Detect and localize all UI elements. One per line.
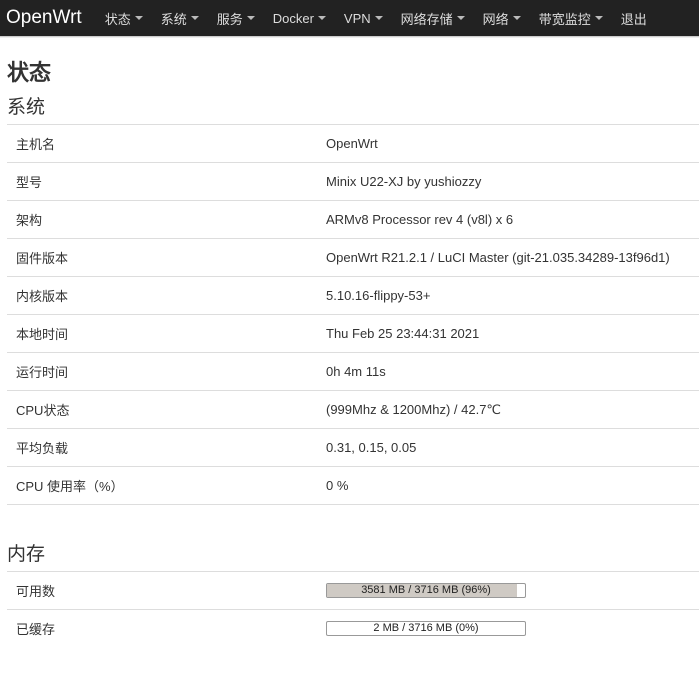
row-label: 型号 xyxy=(7,162,326,201)
table-row: 主机名 OpenWrt xyxy=(7,124,699,163)
menu-bandwidth[interactable]: 带宽监控 xyxy=(530,0,612,36)
row-value: ARMv8 Processor rev 4 (v8l) x 6 xyxy=(326,200,699,239)
caret-down-icon xyxy=(190,16,199,20)
caret-down-icon xyxy=(134,16,143,20)
main-content: 状态 系统 主机名 OpenWrt 型号 Minix U22-XJ by yushi… xyxy=(0,58,699,647)
row-value: 0 % xyxy=(326,466,699,504)
row-value: 5.10.16-flippy-53+ xyxy=(326,276,699,315)
row-value: 0h 4m 11s xyxy=(326,352,699,391)
caret-down-icon xyxy=(317,16,326,20)
table-row: 运行时间 0h 4m 11s xyxy=(7,352,699,391)
table-row: 架构 ARMv8 Processor rev 4 (v8l) x 6 xyxy=(7,200,699,239)
table-row: 内核版本 5.10.16-flippy-53+ xyxy=(7,276,699,315)
row-value: Minix U22-XJ by yushiozzy xyxy=(326,162,699,201)
row-value: 3581 MB / 3716 MB (96%) xyxy=(326,571,699,610)
table-row: 本地时间 Thu Feb 25 23:44:31 2021 xyxy=(7,314,699,353)
menu-network[interactable]: 网络 xyxy=(474,0,530,36)
row-value: (999Mhz & 1200Mhz) / 42.7℃ xyxy=(326,390,699,429)
menu-logout-label: 退出 xyxy=(620,11,647,27)
menu-network-label: 网络 xyxy=(482,11,509,27)
progress-text: 2 MB / 3716 MB (0%) xyxy=(373,622,479,634)
memory-info-table: 可用数 3581 MB / 3716 MB (96%) 已缓存 2 MB / 3… xyxy=(7,571,699,647)
table-row: CPU 使用率（%） 0 % xyxy=(7,466,699,504)
menu-docker-label: Docker xyxy=(272,10,314,26)
row-label: 主机名 xyxy=(7,124,326,163)
system-section-title: 系统 xyxy=(7,97,46,118)
row-value: 2 MB / 3716 MB (0%) xyxy=(326,609,699,647)
caret-down-icon xyxy=(512,16,521,20)
table-row: 已缓存 2 MB / 3716 MB (0%) xyxy=(7,609,699,647)
menu-bandwidth-label: 带宽监控 xyxy=(538,11,591,27)
row-value: 0.31, 0.15, 0.05 xyxy=(326,428,699,467)
menu-vpn-label: VPN xyxy=(343,10,371,26)
navbar-shadow xyxy=(0,36,699,38)
row-label: 固件版本 xyxy=(7,238,326,277)
brand-logo[interactable]: OpenWrt xyxy=(6,7,82,29)
row-label: 本地时间 xyxy=(7,314,326,353)
menu-services-label: 服务 xyxy=(216,11,243,27)
caret-down-icon xyxy=(374,16,383,20)
menu-status[interactable]: 状态 xyxy=(96,0,152,36)
caret-down-icon xyxy=(246,16,255,20)
menu-docker[interactable]: Docker xyxy=(264,0,335,36)
row-label: 平均负载 xyxy=(7,428,326,467)
table-row: 可用数 3581 MB / 3716 MB (96%) xyxy=(7,571,699,610)
row-label: 可用数 xyxy=(7,571,326,610)
progress-text: 3581 MB / 3716 MB (96%) xyxy=(361,584,491,596)
menu-vpn[interactable]: VPN xyxy=(335,0,392,36)
memory-available-progress-bar: 3581 MB / 3716 MB (96%) xyxy=(326,583,526,598)
caret-down-icon xyxy=(456,16,465,20)
menu-logout[interactable]: 退出 xyxy=(612,0,656,36)
row-label: CPU 使用率（%） xyxy=(7,466,326,504)
top-navbar: OpenWrt 状态 系统 服务 Docker VPN 网络存储 网络 带宽监控… xyxy=(0,0,699,36)
memory-cached-progress-bar: 2 MB / 3716 MB (0%) xyxy=(326,621,526,636)
main-menu: 状态 系统 服务 Docker VPN 网络存储 网络 带宽监控 退出 xyxy=(96,0,656,36)
table-row: 平均负载 0.31, 0.15, 0.05 xyxy=(7,428,699,467)
menu-status-label: 状态 xyxy=(104,11,131,27)
section-divider xyxy=(7,504,699,543)
row-value: Thu Feb 25 23:44:31 2021 xyxy=(326,314,699,353)
page-title: 状态 xyxy=(7,60,52,85)
table-row: 固件版本 OpenWrt R21.2.1 / LuCI Master (git-2… xyxy=(7,238,699,277)
menu-nas-label: 网络存储 xyxy=(400,11,453,27)
menu-system[interactable]: 系统 xyxy=(152,0,208,36)
caret-down-icon xyxy=(594,16,603,20)
row-label: 架构 xyxy=(7,200,326,239)
row-value: OpenWrt R21.2.1 / LuCI Master (git-21.03… xyxy=(326,238,699,277)
row-label: 运行时间 xyxy=(7,352,326,391)
menu-services[interactable]: 服务 xyxy=(208,0,264,36)
row-label: CPU状态 xyxy=(7,390,326,429)
row-value: OpenWrt xyxy=(326,124,699,163)
menu-system-label: 系统 xyxy=(160,11,187,27)
row-label: 内核版本 xyxy=(7,276,326,315)
menu-nas[interactable]: 网络存储 xyxy=(392,0,474,36)
memory-section-title: 内存 xyxy=(7,544,46,565)
table-row: 型号 Minix U22-XJ by yushiozzy xyxy=(7,162,699,201)
table-row: CPU状态 (999Mhz & 1200Mhz) / 42.7℃ xyxy=(7,390,699,429)
row-label: 已缓存 xyxy=(7,609,326,647)
system-info-table: 主机名 OpenWrt 型号 Minix U22-XJ by yushiozzy 架… xyxy=(7,124,699,504)
